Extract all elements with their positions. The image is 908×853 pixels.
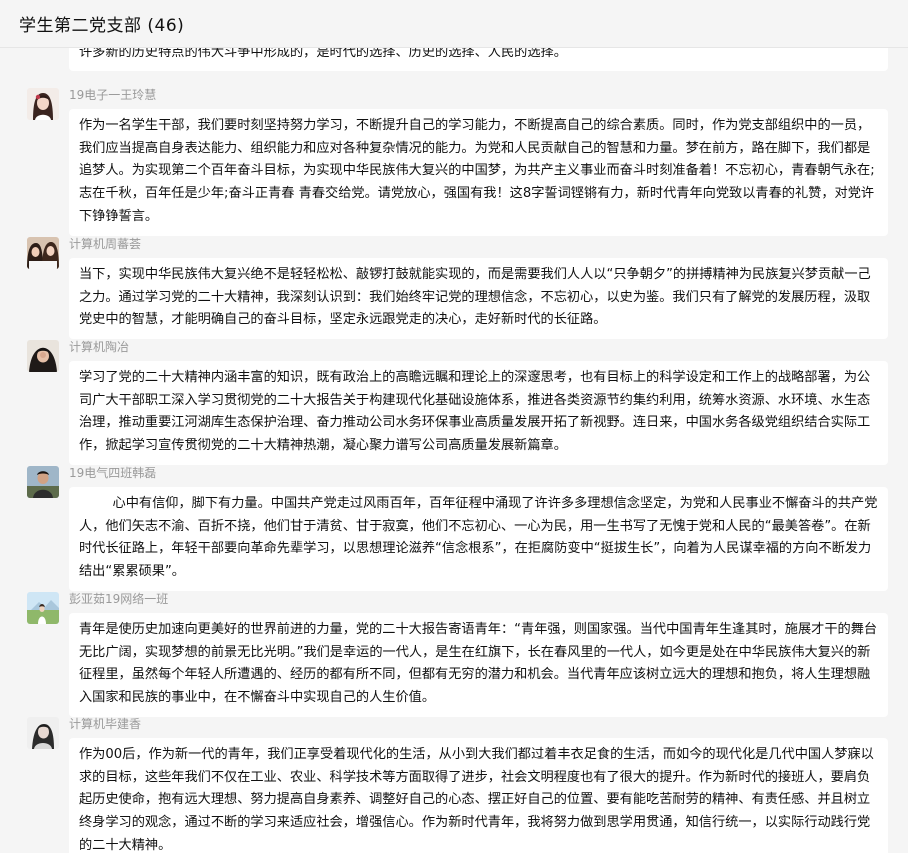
message-bubble[interactable]: 当下，实现中华民族伟大复兴绝不是轻轻松松、敲锣打鼓就能实现的，而是需要我们人人以… [69,258,888,340]
avatar[interactable] [27,466,59,498]
message-bubble[interactable]: 作为一名学生干部，我们要时刻坚持努力学习，不断提升自己的学习能力，不断提高自己的… [69,109,888,236]
sender-name: 计算机周蕃荟 [69,237,142,251]
sender-name: 计算机毕建香 [69,717,142,731]
message-bubble[interactable]: 青年是使历史加速向更美好的世界前进的力量，党的二十大报告寄语青年：“青年强，则国… [69,613,888,717]
sender-name: 19电子一王玲慧 [69,88,157,102]
message-bubble[interactable]: 心中有信仰，脚下有力量。中国共产党走过风雨百年，百年征程中涌现了许许多多理想信念… [69,487,888,591]
avatar[interactable] [27,88,59,120]
message-bubble[interactable]: 许多新的历史特点的伟大斗争中形成的，是时代的选择、历史的选择、人民的选择。 [69,48,888,71]
avatar[interactable] [27,237,59,269]
message-bubble[interactable]: 学习了党的二十大精神内涵丰富的知识，既有政治上的高瞻远瞩和理论上的深邃思考，也有… [69,361,888,465]
chat-title: 学生第二党支部 (46) [19,16,185,36]
message-list[interactable]: 许多新的历史特点的伟大斗争中形成的，是时代的选择、历史的选择、人民的选择。 19… [0,48,908,853]
sender-name: 19电气四班韩磊 [69,466,157,480]
sender-name: 计算机陶冶 [69,340,130,354]
avatar[interactable] [27,717,59,749]
avatar[interactable] [27,592,59,624]
sender-name: 彭亚茹19网络一班 [69,592,169,606]
message-bubble[interactable]: 作为00后，作为新一代的青年，我们正享受着现代化的生活，从小到大我们都过着丰衣足… [69,738,888,853]
chat-header: 学生第二党支部 (46) [0,0,908,48]
avatar[interactable] [27,340,59,372]
